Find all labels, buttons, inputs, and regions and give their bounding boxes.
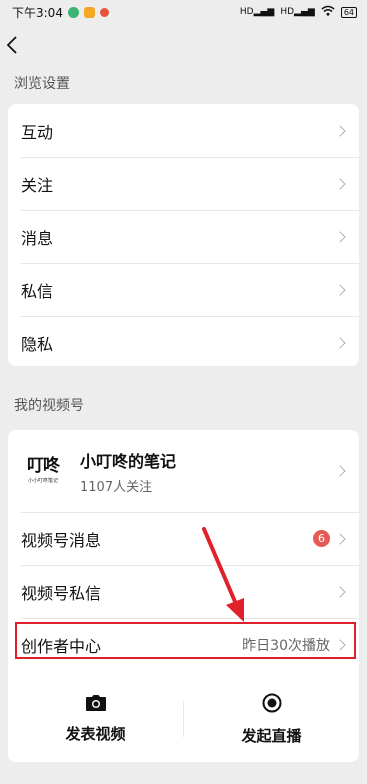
settings-item-messages[interactable]: 消息 xyxy=(8,210,359,263)
channel-messages-row[interactable]: 视频号消息 6 xyxy=(8,512,359,565)
post-video-button[interactable]: 发表视频 xyxy=(8,694,183,744)
settings-item-interaction[interactable]: 互动 xyxy=(8,104,359,157)
camera-icon xyxy=(85,694,106,711)
chevron-right-icon xyxy=(334,638,346,651)
settings-item-label: 私信 xyxy=(21,281,54,301)
app-notification-icon xyxy=(83,6,95,18)
avatar: 叮咚 小小叮咚笔记 xyxy=(20,448,66,494)
creator-center-stat: 昨日30次播放 xyxy=(242,637,330,654)
app-notification-icon xyxy=(67,6,79,18)
nav-bar xyxy=(0,24,367,66)
settings-item-label: 消息 xyxy=(21,228,54,248)
avatar-caption: 小小叮咚笔记 xyxy=(27,478,58,484)
signal-icon: HD▂▄▆ xyxy=(239,7,275,17)
unread-badge: 6 xyxy=(313,530,330,547)
chevron-right-icon xyxy=(334,532,346,545)
channel-profile-row[interactable]: 叮咚 小小叮咚笔记 小叮咚的笔记 1107人关注 xyxy=(8,430,359,512)
back-arrow-icon xyxy=(6,36,17,54)
channel-messages-label: 视频号消息 xyxy=(21,530,102,550)
my-channels-title: 我的视频号 xyxy=(14,398,84,414)
channel-name: 小叮咚的笔记 xyxy=(80,451,177,471)
chevron-right-icon xyxy=(334,585,346,598)
settings-item-private-messages[interactable]: 私信 xyxy=(8,263,359,316)
channel-actions: 发表视频 发起直播 xyxy=(8,671,359,762)
start-live-button[interactable]: 发起直播 xyxy=(184,693,359,746)
channel-followers: 1107人关注 xyxy=(80,479,153,495)
channel-private-messages-row[interactable]: 视频号私信 xyxy=(8,565,359,618)
settings-item-privacy[interactable]: 隐私 xyxy=(8,316,359,366)
avatar-logo-text: 叮咚 xyxy=(27,456,60,476)
app-notification-icon xyxy=(99,7,109,17)
chevron-right-icon xyxy=(334,465,346,477)
creator-center-label: 创作者中心 xyxy=(21,636,102,656)
status-bar: 下午3:04 HD▂▄▆ HD▂▄▆ 64 xyxy=(0,0,367,24)
live-record-icon xyxy=(262,693,281,712)
browse-settings-card: 互动 关注 消息 私信 隐私 xyxy=(8,104,359,366)
channel-private-label: 视频号私信 xyxy=(21,583,102,603)
settings-item-label: 隐私 xyxy=(21,334,54,354)
my-channels-card: 叮咚 小小叮咚笔记 小叮咚的笔记 1107人关注 视频号消息 6 视频号私信 创… xyxy=(8,430,359,762)
chevron-right-icon xyxy=(334,177,346,190)
post-video-label: 发表视频 xyxy=(65,724,126,743)
start-live-label: 发起直播 xyxy=(241,726,302,745)
battery-icon: 64 xyxy=(340,6,357,18)
chevron-right-icon xyxy=(334,336,346,349)
signal-icon: HD▂▄▆ xyxy=(280,7,315,17)
chevron-right-icon xyxy=(334,283,346,296)
browse-settings-title: 浏览设置 xyxy=(14,76,70,92)
chevron-right-icon xyxy=(334,124,346,137)
creator-center-row[interactable]: 创作者中心 昨日30次播放 xyxy=(8,618,359,671)
status-time: 下午3:04 xyxy=(12,5,63,20)
settings-item-following[interactable]: 关注 xyxy=(8,157,359,210)
settings-item-label: 互动 xyxy=(21,122,54,142)
settings-item-label: 关注 xyxy=(21,175,54,195)
back-button[interactable] xyxy=(6,33,26,57)
wifi-icon xyxy=(321,5,335,19)
chevron-right-icon xyxy=(334,230,346,243)
